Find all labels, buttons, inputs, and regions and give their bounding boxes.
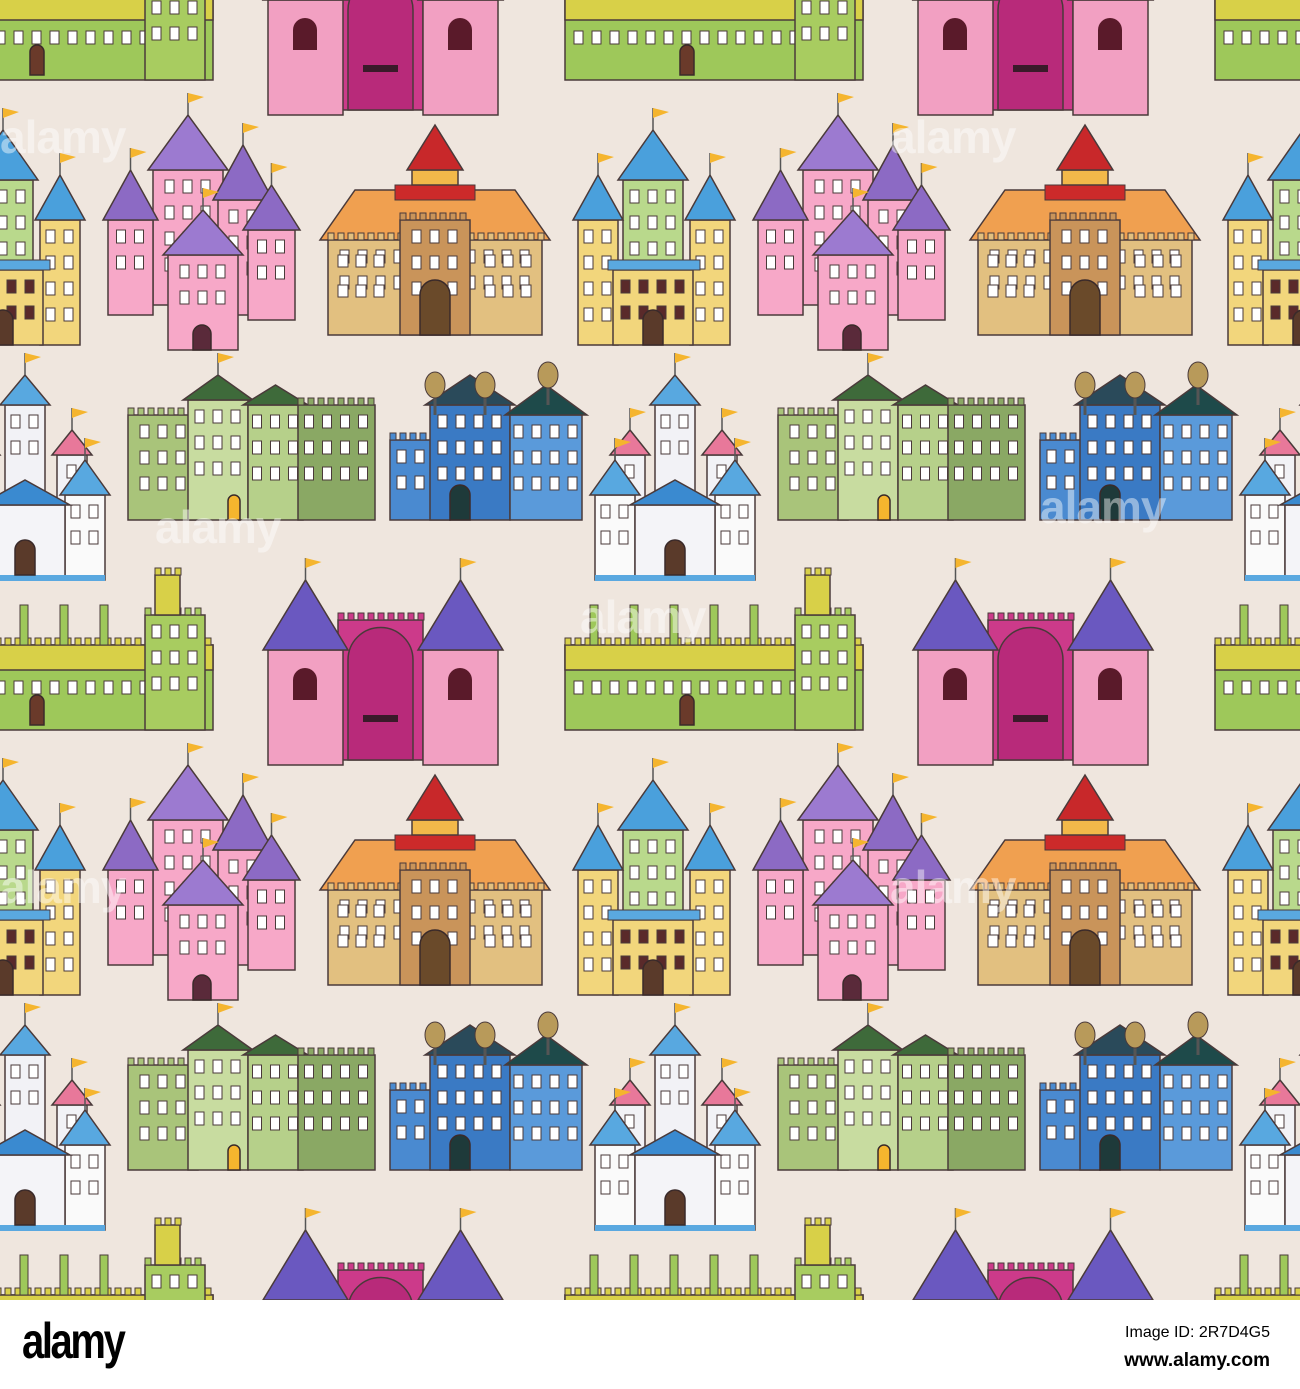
green-castle (778, 1003, 1025, 1170)
white-castle (0, 353, 110, 581)
castle-pattern-illustration (0, 0, 1300, 1300)
blue-yellow-castle (0, 758, 85, 995)
green-castle (778, 353, 1025, 520)
blue-yellow-castle (1223, 758, 1300, 995)
blue-church (1040, 1012, 1237, 1170)
yellow-green-castle (1215, 0, 1300, 80)
white-castle (590, 1003, 760, 1231)
orange-hall (320, 775, 550, 985)
green-castle (128, 1003, 375, 1170)
alamy-logo: alamy (22, 1312, 123, 1370)
pink-twin-castle (913, 558, 1153, 765)
pink-purple-castle (753, 743, 950, 1000)
orange-hall (970, 775, 1200, 985)
white-castle (1240, 1003, 1300, 1231)
orange-hall (320, 125, 550, 335)
yellow-green-castle (0, 568, 213, 730)
yellow-green-castle (1215, 568, 1300, 730)
green-castle (128, 353, 375, 520)
yellow-green-castle (565, 568, 863, 730)
white-castle (0, 1003, 110, 1231)
blue-church (1040, 362, 1237, 520)
blue-church (390, 362, 587, 520)
yellow-green-castle (565, 0, 863, 80)
pink-purple-castle (753, 93, 950, 350)
castle-pattern: alamy alamy alamy alamy alamy alamy alam… (0, 0, 1300, 1300)
pink-twin-castle (913, 0, 1153, 115)
blue-yellow-castle (1223, 108, 1300, 345)
pink-purple-castle (103, 743, 300, 1000)
blue-yellow-castle (573, 108, 735, 345)
white-castle (590, 353, 760, 581)
pink-purple-castle (103, 93, 300, 350)
website-url: www.alamy.com (1124, 1350, 1270, 1372)
blue-yellow-castle (573, 758, 735, 995)
footer: alamy Image ID: 2R7D4G5 www.alamy.com (0, 1300, 1300, 1389)
white-castle (1240, 353, 1300, 581)
image-id: Image ID: 2R7D4G5 (1125, 1324, 1270, 1342)
yellow-green-castle (0, 0, 213, 80)
orange-hall (970, 125, 1200, 335)
pink-twin-castle (263, 0, 503, 115)
pink-twin-castle (913, 1208, 1153, 1300)
blue-yellow-castle (0, 108, 85, 345)
pink-twin-castle (263, 1208, 503, 1300)
pink-twin-castle (263, 558, 503, 765)
blue-church (390, 1012, 587, 1170)
